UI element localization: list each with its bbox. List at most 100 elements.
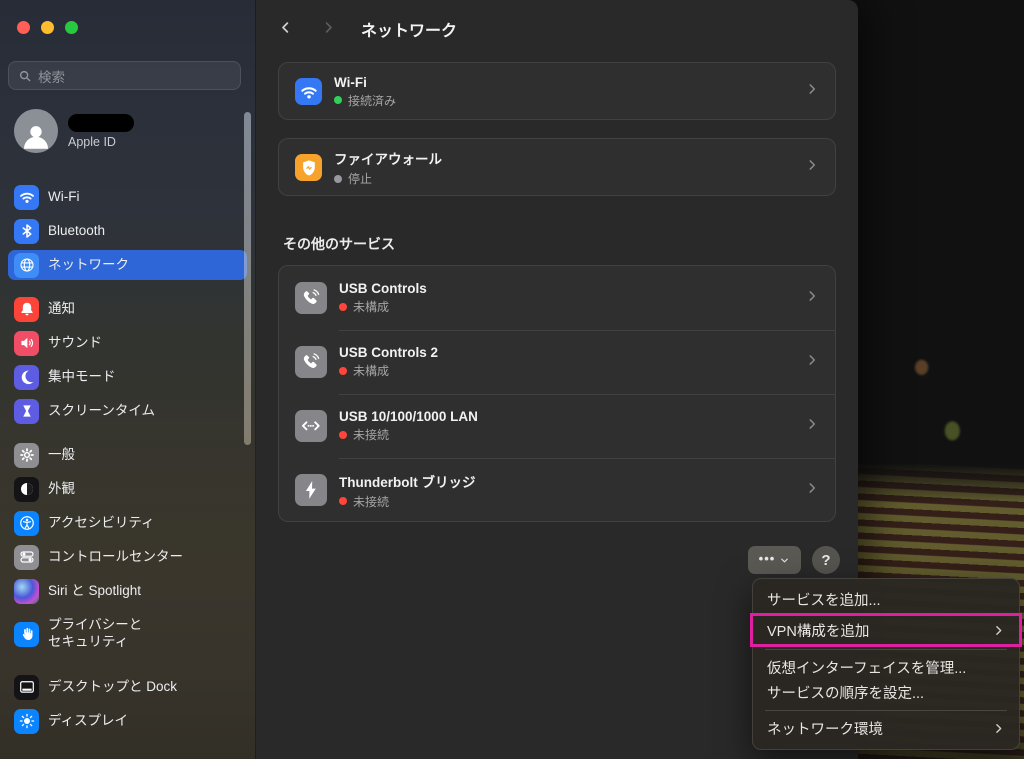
sidebar-item-screen-time[interactable]: スクリーンタイム bbox=[8, 396, 247, 426]
status-badge: 未接続 bbox=[339, 426, 793, 443]
apple-id-row[interactable]: Apple ID bbox=[14, 109, 134, 153]
sidebar: 検索 Apple ID Wi-Fi Bluetooth ネットワーク通知サウンド集中… bbox=[0, 0, 256, 759]
status-label: 停止 bbox=[348, 172, 373, 186]
menu-item-label: VPN構成を追加 bbox=[767, 623, 870, 640]
row-text: ファイアウォール停止 bbox=[334, 148, 793, 187]
appearance-icon bbox=[14, 476, 39, 502]
sidebar-item-accessibility[interactable]: アクセシビリティ bbox=[8, 508, 247, 538]
moon-icon bbox=[14, 364, 39, 390]
close-window-button[interactable] bbox=[17, 21, 30, 34]
menu-separator bbox=[765, 710, 1007, 711]
chevron-left-icon bbox=[281, 21, 288, 33]
search-input[interactable]: 検索 bbox=[8, 61, 241, 90]
firewall-card[interactable]: ファイアウォール停止 bbox=[278, 138, 836, 196]
sidebar-item-general[interactable]: 一般 bbox=[8, 440, 247, 470]
row-text: USB Controls 2 未構成 bbox=[339, 345, 793, 379]
sidebar-nav: Wi-Fi Bluetooth ネットワーク通知サウンド集中モードスクリーンタイム一… bbox=[0, 155, 255, 740]
menu-item-network-environment[interactable]: ネットワーク環境 bbox=[753, 716, 1019, 741]
status-label: 未構成 bbox=[353, 300, 390, 314]
desktopdock-icon bbox=[14, 674, 39, 700]
row-title: Thunderbolt ブリッジ bbox=[339, 474, 476, 490]
sidebar-item-privacy-security[interactable]: プライバシーと セキュリティ bbox=[8, 610, 247, 658]
sidebar-item-label: アクセシビリティ bbox=[48, 514, 155, 530]
sidebar-item-label: Wi-Fi bbox=[48, 188, 80, 204]
siri-icon bbox=[14, 578, 39, 604]
sidebar-item-siri-spotlight[interactable]: Siri と Spotlight bbox=[8, 576, 247, 606]
sidebar-item-desktop-dock[interactable]: デスクトップと Dock bbox=[8, 672, 247, 702]
minimize-window-button[interactable] bbox=[41, 21, 54, 34]
sidebar-item-label: 通知 bbox=[48, 300, 75, 316]
display-icon bbox=[14, 708, 39, 734]
wifi-icon bbox=[14, 184, 39, 210]
sidebar-item-label: プライバシーと セキュリティ bbox=[48, 617, 143, 649]
redacted-user-name bbox=[68, 113, 134, 132]
zoom-window-button[interactable] bbox=[65, 21, 78, 34]
chevron-right-icon bbox=[805, 417, 819, 436]
row-title: Wi-Fi bbox=[334, 74, 367, 90]
menu-item-manage-virtual-interfaces[interactable]: 仮想インターフェイスを管理... bbox=[753, 655, 1019, 680]
chevron-down-icon bbox=[781, 558, 789, 562]
sidebar-item-display[interactable]: ディスプレイ bbox=[8, 706, 247, 736]
sidebar-item-control-center[interactable]: コントロールセンター bbox=[8, 542, 247, 572]
wifi-row[interactable]: Wi-Fi 接続済み bbox=[279, 63, 835, 120]
sidebar-item-focus[interactable]: 集中モード bbox=[8, 362, 247, 392]
sidebar-item-label: サウンド bbox=[48, 334, 102, 350]
person-icon bbox=[23, 126, 49, 149]
status-dot-icon bbox=[339, 430, 347, 439]
row-text: Wi-Fi 接続済み bbox=[334, 75, 793, 109]
chevron-right-icon bbox=[805, 481, 819, 500]
row-title: USB Controls 2 bbox=[339, 345, 439, 360]
menu-item-add-vpn-config[interactable]: VPN構成を追加 bbox=[750, 613, 1022, 647]
sidebar-group: 一般外観アクセシビリティコントロールセンター Siri と Spotlight プラ… bbox=[0, 440, 255, 658]
status-badge: 未接続 bbox=[339, 493, 793, 510]
ellipsis-icon: ••• bbox=[758, 550, 776, 566]
accessibility-icon bbox=[14, 510, 39, 536]
question-mark-icon: ? bbox=[821, 551, 831, 569]
sidebar-item-label: Siri と Spotlight bbox=[48, 582, 142, 598]
thunderbolt-bridge-row[interactable]: Thunderbolt ブリッジ未接続 bbox=[279, 458, 835, 522]
forward-button[interactable] bbox=[318, 16, 338, 38]
sidebar-item-wifi[interactable]: Wi-Fi bbox=[8, 182, 247, 212]
sidebar-item-sound[interactable]: サウンド bbox=[8, 328, 247, 358]
usb-controls-2-row[interactable]: USB Controls 2 未構成 bbox=[279, 330, 835, 394]
shield-icon bbox=[295, 154, 322, 181]
status-dot-icon bbox=[339, 497, 347, 505]
menu-item-label: ネットワーク環境 bbox=[767, 722, 883, 738]
usb-lan-row[interactable]: USB 10/100/1000 LAN 未接続 bbox=[279, 394, 835, 458]
sidebar-item-notifications[interactable]: 通知 bbox=[8, 294, 247, 324]
status-dot-icon bbox=[339, 302, 347, 311]
other-services-card: USB Controls 未構成 USB Controls 2 未構成 USB 10/1… bbox=[278, 265, 836, 522]
firewall-row[interactable]: ファイアウォール停止 bbox=[279, 139, 835, 196]
more-options-button[interactable]: ••• bbox=[748, 546, 801, 574]
menu-item-add-service[interactable]: サービスを追加... bbox=[753, 587, 1019, 612]
sidebar-item-network[interactable]: ネットワーク bbox=[8, 250, 247, 280]
menu-item-label: サービスを追加... bbox=[767, 593, 881, 609]
status-dot-icon bbox=[334, 96, 342, 104]
bolt-icon bbox=[295, 474, 327, 506]
bell-icon bbox=[14, 296, 39, 322]
row-title: ファイアウォール bbox=[334, 152, 442, 167]
hand-icon bbox=[14, 621, 39, 647]
help-button[interactable]: ? bbox=[812, 546, 840, 574]
status-badge: 未構成 bbox=[339, 298, 793, 315]
sidebar-group: 通知サウンド集中モードスクリーンタイム bbox=[0, 294, 255, 426]
chevron-right-icon bbox=[805, 82, 819, 101]
status-badge: 接続済み bbox=[334, 92, 793, 109]
back-button[interactable] bbox=[275, 16, 295, 38]
bluetooth-icon bbox=[14, 218, 39, 244]
wifi-card[interactable]: Wi-Fi 接続済み bbox=[278, 62, 836, 120]
sidebar-scrollbar[interactable] bbox=[244, 112, 251, 445]
system-settings-window: 検索 Apple ID Wi-Fi Bluetooth ネットワーク通知サウンド集中… bbox=[0, 0, 858, 759]
chevron-right-icon bbox=[992, 624, 1005, 637]
page-title: ネットワーク bbox=[361, 23, 458, 40]
usb-controls-row[interactable]: USB Controls 未構成 bbox=[279, 266, 835, 330]
row-title: USB 10/100/1000 LAN bbox=[339, 409, 478, 424]
gear-icon bbox=[14, 442, 39, 468]
sidebar-item-appearance[interactable]: 外観 bbox=[8, 474, 247, 504]
status-dot-icon bbox=[339, 366, 347, 375]
sidebar-item-label: 一般 bbox=[48, 446, 75, 462]
menu-item-set-service-order[interactable]: サービスの順序を設定... bbox=[753, 680, 1019, 705]
chevron-right-icon bbox=[805, 353, 819, 372]
sidebar-item-bluetooth[interactable]: Bluetooth bbox=[8, 216, 247, 246]
speaker-icon bbox=[14, 330, 39, 356]
